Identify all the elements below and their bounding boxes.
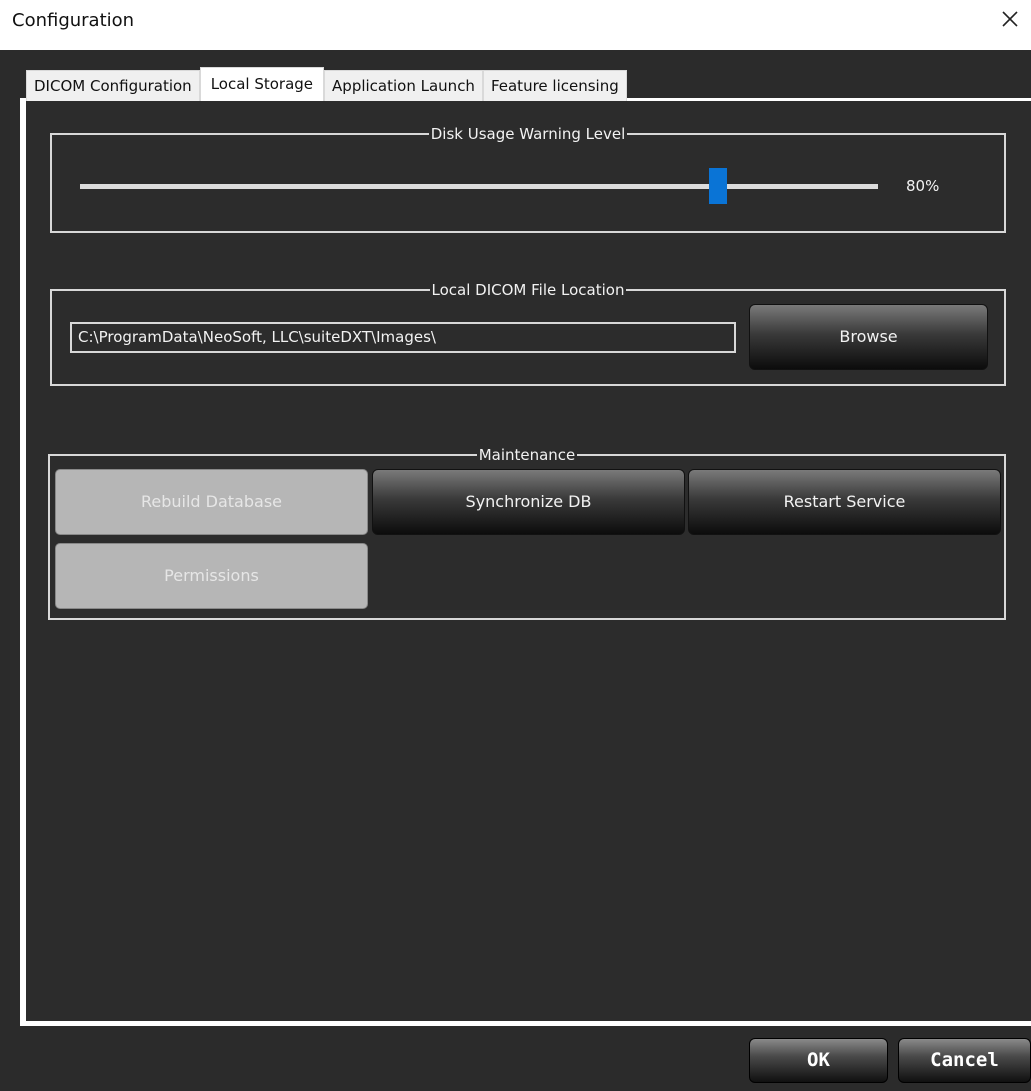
cancel-button[interactable]: Cancel — [898, 1038, 1031, 1083]
restart-service-button[interactable]: Restart Service — [688, 469, 1001, 535]
browse-button[interactable]: Browse — [749, 304, 988, 370]
rebuild-database-button[interactable]: Rebuild Database — [55, 469, 368, 535]
disk-usage-value: 80% — [906, 177, 940, 195]
synchronize-db-button[interactable]: Synchronize DB — [372, 469, 685, 535]
disk-usage-slider-track[interactable] — [80, 184, 878, 189]
ok-button[interactable]: OK — [749, 1038, 888, 1083]
close-icon[interactable] — [997, 6, 1023, 32]
disk-usage-slider-thumb[interactable] — [709, 168, 727, 204]
file-location-path-field[interactable]: C:\ProgramData\NeoSoft, LLC\suiteDXT\Ima… — [70, 322, 736, 353]
disk-usage-group: Disk Usage Warning Level — [50, 125, 1006, 233]
tab-dicom-configuration[interactable]: DICOM Configuration — [26, 70, 200, 101]
title-bar: Configuration — [0, 0, 1031, 50]
tab-local-storage[interactable]: Local Storage — [199, 67, 325, 101]
permissions-button[interactable]: Permissions — [55, 543, 368, 609]
tab-application-launch[interactable]: Application Launch — [324, 70, 483, 101]
tab-bar: DICOM Configuration Local Storage Applic… — [26, 67, 627, 101]
window-title: Configuration — [12, 10, 135, 31]
tab-feature-licensing[interactable]: Feature licensing — [482, 70, 627, 101]
